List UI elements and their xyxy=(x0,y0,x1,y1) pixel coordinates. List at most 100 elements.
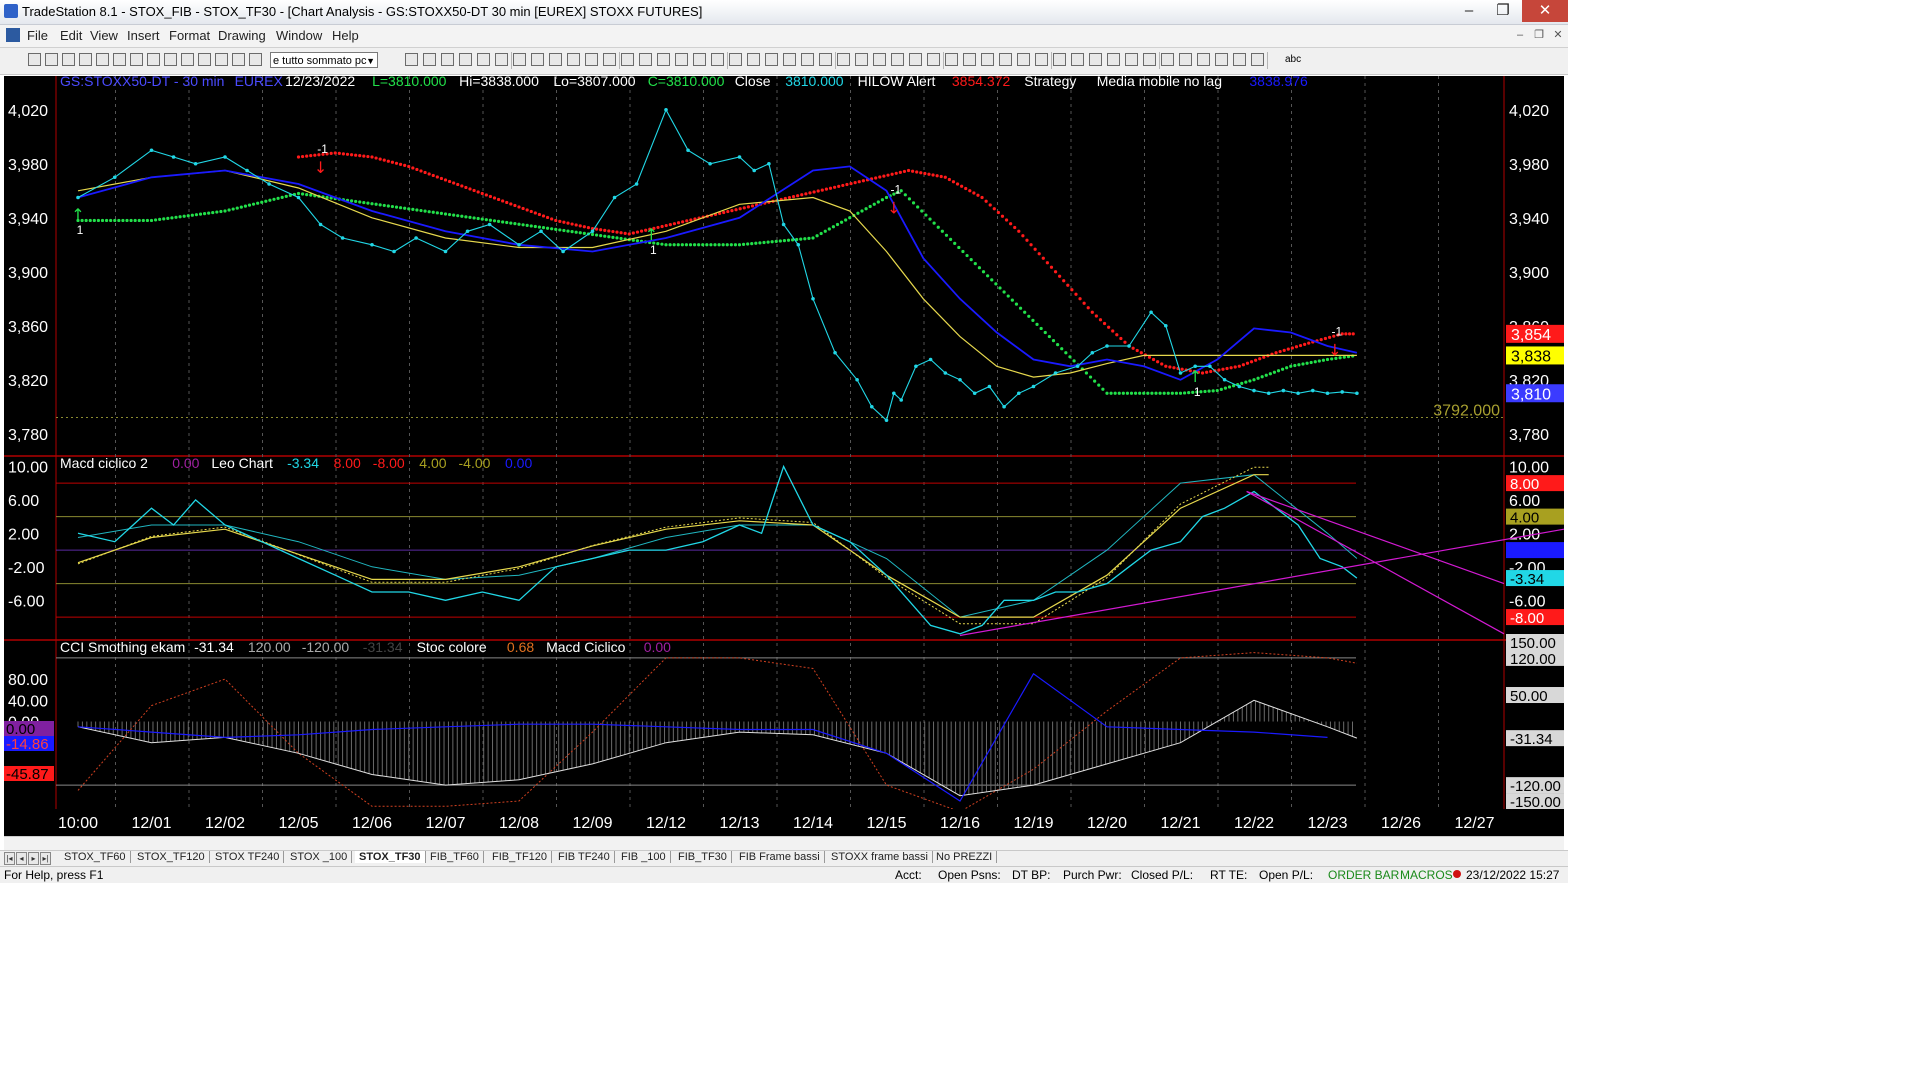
tab-stox-100[interactable]: STOX _100 xyxy=(286,851,353,863)
workspace-select[interactable]: e tutto sommato pc ▼ xyxy=(270,52,378,68)
up-arrow-icon[interactable] xyxy=(1071,53,1084,66)
open-icon[interactable] xyxy=(639,53,652,66)
tab-stox-tf60[interactable]: STOX_TF60 xyxy=(60,851,131,863)
menu-format[interactable]: Format xyxy=(169,28,210,43)
menu-file[interactable]: File xyxy=(27,28,48,43)
chart-icon[interactable] xyxy=(693,53,706,66)
ellipse-icon[interactable] xyxy=(232,53,245,66)
mdi-restore-button[interactable]: ❐ xyxy=(1531,27,1547,43)
print-icon[interactable] xyxy=(1215,53,1228,66)
trendline-icon[interactable] xyxy=(495,53,508,66)
zoom-in-icon[interactable] xyxy=(711,53,724,66)
close-button[interactable]: ✕ xyxy=(1522,0,1568,22)
horizontal-scrollbar[interactable] xyxy=(4,836,1564,850)
save-icon[interactable] xyxy=(657,53,670,66)
down-arrow-icon[interactable] xyxy=(215,53,228,66)
trendline-icon[interactable] xyxy=(765,53,778,66)
chart-canvas[interactable]: 3,7803,7803,8203,8203,8603,8603,9003,900… xyxy=(4,76,1564,836)
restore-button[interactable]: ❐ xyxy=(1486,0,1520,22)
mdi-minimize-button[interactable]: – xyxy=(1512,27,1528,43)
menu-insert[interactable]: Insert xyxy=(127,28,160,43)
minimize-button[interactable]: – xyxy=(1452,0,1486,22)
up-arrow-icon[interactable] xyxy=(531,53,544,66)
fibonacci-icon[interactable] xyxy=(1053,53,1066,66)
tab-stox-tf30[interactable]: STOX_TF30 xyxy=(355,851,426,863)
zoom-out-icon[interactable] xyxy=(459,53,472,66)
tab-fib-tf60[interactable]: FIB_TF60 xyxy=(426,851,484,863)
fibonacci-icon[interactable] xyxy=(181,53,194,66)
zoom-in-icon[interactable] xyxy=(113,53,126,66)
cursor-icon[interactable] xyxy=(747,53,760,66)
tab-fib-tf30[interactable]: FIB_TF30 xyxy=(674,851,732,863)
tab-fib-frame-bassi[interactable]: FIB Frame bassi xyxy=(735,851,825,863)
mdi-close-button[interactable]: ✕ xyxy=(1550,27,1566,43)
new-icon[interactable] xyxy=(891,53,904,66)
zoom-out-icon[interactable] xyxy=(130,53,143,66)
cursor-icon[interactable] xyxy=(147,53,160,66)
tab-fib-tf120[interactable]: FIB_TF120 xyxy=(488,851,553,863)
fibonacci-icon[interactable] xyxy=(783,53,796,66)
rectangle-icon[interactable] xyxy=(249,53,262,66)
new-icon[interactable] xyxy=(1161,53,1174,66)
chart-icon[interactable] xyxy=(96,53,109,66)
chart-icon[interactable] xyxy=(1233,53,1246,66)
rectangle-icon[interactable] xyxy=(1125,53,1138,66)
open-icon[interactable] xyxy=(45,53,58,66)
zoom-in-icon[interactable] xyxy=(981,53,994,66)
new-icon[interactable] xyxy=(28,53,41,66)
up-arrow-icon[interactable] xyxy=(198,53,211,66)
print-icon[interactable] xyxy=(675,53,688,66)
save-icon[interactable] xyxy=(927,53,940,66)
chart-icon[interactable] xyxy=(423,53,436,66)
open-icon[interactable] xyxy=(909,53,922,66)
tab-no-prezzi[interactable]: No PREZZI xyxy=(932,851,998,863)
tab-prev-icon[interactable]: ◂ xyxy=(16,852,27,865)
tab-last-icon[interactable]: ▸| xyxy=(40,852,51,865)
print-icon[interactable] xyxy=(945,53,958,66)
cursor-icon[interactable] xyxy=(477,53,490,66)
zoom-out-icon[interactable] xyxy=(729,53,742,66)
ellipse-icon[interactable] xyxy=(1107,53,1120,66)
menu-view[interactable]: View xyxy=(90,28,118,43)
tab-stox-tf240[interactable]: STOX TF240 xyxy=(211,851,285,863)
zoom-in-icon[interactable] xyxy=(441,53,454,66)
tab-stoxx-frame-bassi[interactable]: STOXX frame bassi xyxy=(827,851,933,863)
chart-workspace[interactable]: 3,7803,7803,8203,8203,8603,8603,9003,900… xyxy=(4,76,1564,836)
ellipse-icon[interactable] xyxy=(837,53,850,66)
down-arrow-icon[interactable] xyxy=(1089,53,1102,66)
down-arrow-icon[interactable] xyxy=(819,53,832,66)
text-tool-icon[interactable]: abc xyxy=(1285,54,1301,65)
menu-edit[interactable]: Edit xyxy=(60,28,82,43)
new-icon[interactable] xyxy=(621,53,634,66)
fibonacci-icon[interactable] xyxy=(513,53,526,66)
text-icon[interactable] xyxy=(1143,53,1156,66)
rectangle-icon[interactable] xyxy=(585,53,598,66)
text-icon[interactable] xyxy=(603,53,616,66)
zoom-out-icon[interactable] xyxy=(999,53,1012,66)
print-icon[interactable] xyxy=(79,53,92,66)
tab-next-icon[interactable]: ▸ xyxy=(28,852,39,865)
trendline-icon[interactable] xyxy=(1035,53,1048,66)
trendline-icon[interactable] xyxy=(164,53,177,66)
open-icon[interactable] xyxy=(1179,53,1192,66)
print-icon[interactable] xyxy=(405,53,418,66)
chart-icon[interactable] xyxy=(963,53,976,66)
tab-fib-tf240[interactable]: FIB TF240 xyxy=(554,851,615,863)
text-icon[interactable] xyxy=(873,53,886,66)
menu-drawing[interactable]: Drawing xyxy=(218,28,266,43)
tab-first-icon[interactable]: |◂ xyxy=(4,852,15,865)
up-arrow-icon[interactable] xyxy=(801,53,814,66)
save-icon[interactable] xyxy=(62,53,75,66)
menu-window[interactable]: Window xyxy=(276,28,322,43)
rectangle-icon[interactable] xyxy=(855,53,868,66)
save-icon[interactable] xyxy=(1197,53,1210,66)
cursor-icon[interactable] xyxy=(1017,53,1030,66)
macros-link[interactable]: MACROS xyxy=(1400,868,1453,882)
down-arrow-icon[interactable] xyxy=(549,53,562,66)
ellipse-icon[interactable] xyxy=(567,53,580,66)
tab-fib-100[interactable]: FIB _100 xyxy=(617,851,671,863)
tab-stox-tf120[interactable]: STOX_TF120 xyxy=(133,851,210,863)
menu-help[interactable]: Help xyxy=(332,28,359,43)
order-bar-link[interactable]: ORDER BAR xyxy=(1328,868,1399,882)
zoom-in-icon[interactable] xyxy=(1251,53,1264,66)
